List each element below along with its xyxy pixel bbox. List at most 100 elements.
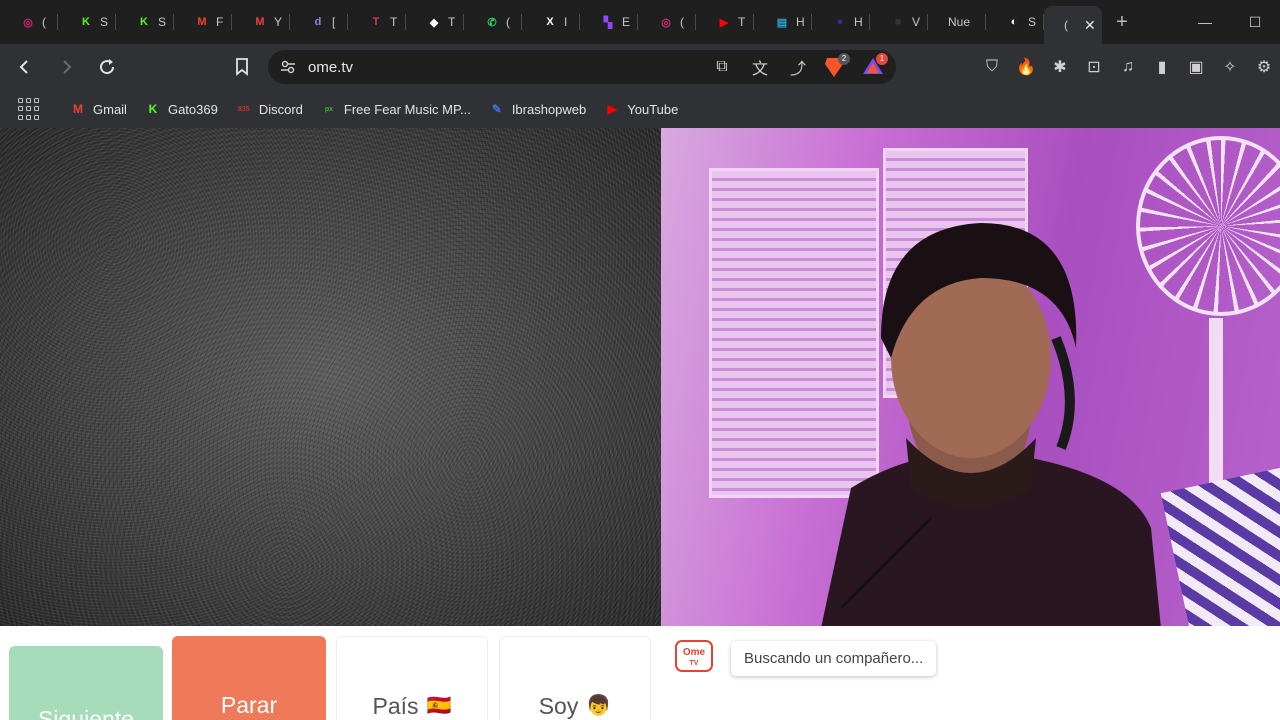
minimize-button[interactable]: — — [1180, 0, 1230, 44]
bookmark-label: YouTube — [627, 101, 679, 117]
tab-title: S — [100, 15, 109, 29]
rewards-count-badge: 1 — [876, 53, 888, 65]
reload-icon — [99, 59, 114, 75]
gmail-icon: M — [73, 102, 83, 116]
back-button[interactable] — [8, 51, 41, 84]
address-bar[interactable]: ome.tv ⧉ 文 ⤴ 2 1 — [268, 50, 896, 84]
close-tab-icon[interactable]: ✕ — [1084, 17, 1096, 34]
reload-button[interactable] — [90, 51, 123, 84]
gender-button[interactable]: Soy 👦 — [499, 636, 651, 720]
tab-title: I — [564, 15, 568, 29]
discord-icon: 835 — [237, 105, 250, 113]
tab-0[interactable]: ◎( — [0, 0, 58, 44]
stop-button[interactable]: Parar — [172, 636, 326, 720]
bookmark-5[interactable]: ▶ YouTube — [604, 101, 679, 117]
tab-7[interactable]: ◆ T — [406, 0, 464, 44]
tab-title: T — [448, 15, 456, 29]
tab-title: ( — [506, 15, 510, 29]
tab-2[interactable]: KS — [116, 0, 174, 44]
open-in-app-icon[interactable]: ⧉ — [710, 58, 734, 76]
tab-title: H — [854, 15, 863, 29]
tab-9[interactable]: XI — [522, 0, 580, 44]
maximize-button[interactable]: ☐ — [1230, 0, 1280, 44]
app-icon: ▤ — [776, 16, 788, 29]
extensions-puzzle-icon[interactable]: ✱ — [1048, 57, 1072, 77]
bookmark-label: Ibrashopweb — [511, 101, 587, 117]
share-icon[interactable]: ⤴ — [786, 55, 810, 79]
tab-title: E — [622, 15, 631, 29]
d-icon: d — [314, 16, 322, 28]
new-tab-button[interactable]: + — [1102, 0, 1142, 44]
tab-16[interactable]: Nue — [928, 0, 986, 44]
forward-button[interactable] — [49, 51, 82, 84]
bookmark-label: Gmail — [93, 101, 127, 117]
extensions-bar: ⛉ 🔥 ✱ ⊡ ♫ ▮ ▣ ✧ ⚙ — [980, 44, 1276, 90]
tab-15[interactable]: ■ V — [870, 0, 928, 44]
shields-count-badge: 2 — [838, 53, 850, 65]
px-icon: px — [324, 105, 333, 113]
tab-14[interactable]: ● H — [812, 0, 870, 44]
youtube-icon: ▶ — [719, 16, 729, 29]
tab-title: S — [158, 15, 167, 29]
apps-grid-icon[interactable] — [18, 98, 40, 120]
tab-18[interactable]: (✕ — [1044, 6, 1102, 44]
tiktok-like-icon: T — [372, 16, 380, 28]
bookmark-label: Gato369 — [167, 101, 218, 117]
screenshot-icon[interactable]: ⊡ — [1082, 57, 1106, 77]
bookmark-0[interactable]: M Gmail — [70, 101, 127, 117]
bookmarks-bar: M Gmail K Gato369 835 Discord px Free Fear Musi… — [0, 90, 1280, 128]
back-arrow-icon — [19, 60, 28, 74]
wallet-icon[interactable]: ▣ — [1184, 57, 1208, 77]
leo-ai-icon[interactable]: ✧ — [1218, 57, 1242, 77]
country-label: País — [372, 693, 419, 719]
flame-extension-icon[interactable]: 🔥 — [1014, 57, 1038, 77]
vpn-shield-icon[interactable]: ⛉ — [980, 58, 1004, 76]
youtube-icon: ▶ — [607, 102, 617, 116]
site-settings-icon[interactable] — [280, 59, 296, 75]
next-button[interactable]: Siguiente — [9, 646, 163, 720]
tab-title: T — [390, 15, 398, 29]
tab-4[interactable]: MY — [232, 0, 290, 44]
tab-10[interactable]: ▚ E — [580, 0, 638, 44]
status-message: Buscando un compañero... — [731, 641, 937, 676]
tab-title: ( — [42, 15, 46, 29]
brave-rewards-button[interactable]: 1 — [862, 53, 888, 78]
tab-5[interactable]: d[ — [290, 0, 348, 44]
github-icon: ◐ — [1010, 16, 1018, 28]
bookmark-1[interactable]: K Gato369 — [145, 101, 218, 117]
gmail-icon: M — [197, 16, 207, 28]
tab-11[interactable]: ◎( — [638, 0, 696, 44]
side-panel-icon[interactable]: ▮ — [1150, 57, 1174, 77]
spain-flag-icon: 🇪🇸 — [426, 695, 452, 717]
country-button[interactable]: País 🇪🇸 — [336, 636, 488, 720]
media-control-icon[interactable]: ♫ — [1116, 58, 1140, 76]
tab-12[interactable]: ▶ T — [696, 0, 754, 44]
tab-1[interactable]: KS — [58, 0, 116, 44]
translate-icon[interactable]: 文 — [748, 55, 772, 79]
tab-17[interactable]: ◐ S — [986, 0, 1044, 44]
settings-icon[interactable]: ⚙ — [1252, 57, 1276, 77]
stop-label: Parar — [220, 692, 278, 718]
tab-8[interactable]: ✆( — [464, 0, 522, 44]
bookmark-4[interactable]: ✎ Ibrashopweb — [489, 101, 586, 117]
shop-icon: ✎ — [491, 102, 502, 116]
tab-3[interactable]: MF — [174, 0, 232, 44]
tab-title: [ — [332, 15, 336, 29]
whatsapp-icon: ✆ — [487, 16, 497, 29]
x-icon: X — [546, 16, 554, 28]
window-controls: — ☐ — [1180, 0, 1280, 44]
brave-shields-button[interactable]: 2 — [824, 53, 850, 78]
tab-title: Y — [274, 15, 283, 29]
address-url[interactable]: ome.tv — [308, 59, 353, 76]
bookmark-2[interactable]: 835 Discord — [236, 101, 303, 117]
bookmark-3[interactable]: px Free Fear Music MP... — [321, 101, 471, 117]
tab-6[interactable]: TT — [348, 0, 406, 44]
bookmark-page-button[interactable] — [225, 51, 258, 84]
page-content: Siguiente Parar País 🇪🇸 Soy 👦 Ome TV Bus… — [0, 128, 1280, 720]
tab-13[interactable]: ▤ H — [754, 0, 812, 44]
tab-title: ( — [680, 15, 684, 29]
browser-window: ◎(K S K S M F M Yd[T T ◆ T ✆(X I ▚ E ◎(▶ T ▤ H ● H ■ V Nue ◐ S(✕ +… — [0, 0, 1280, 720]
tab-title: V — [912, 15, 921, 29]
kick-icon: K — [82, 16, 90, 28]
tab-title: Nue — [948, 15, 971, 29]
